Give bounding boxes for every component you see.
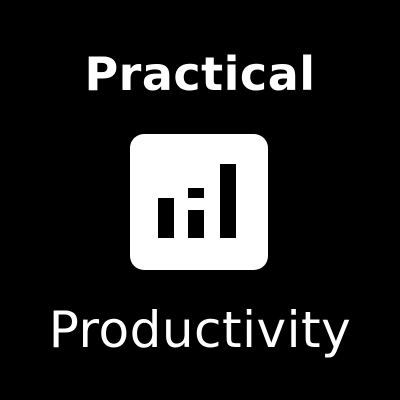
logo-title-productivity: Productivity (48, 301, 352, 359)
logo-title-practical: Practical (84, 47, 316, 101)
practical-productivity-logo: Practical Productivity (0, 0, 400, 400)
bar-3 (220, 164, 236, 238)
bar-2-bottom (188, 210, 204, 238)
bar-2-top (188, 188, 204, 198)
bar-chart-icon (130, 134, 268, 270)
bar-1 (158, 198, 174, 238)
